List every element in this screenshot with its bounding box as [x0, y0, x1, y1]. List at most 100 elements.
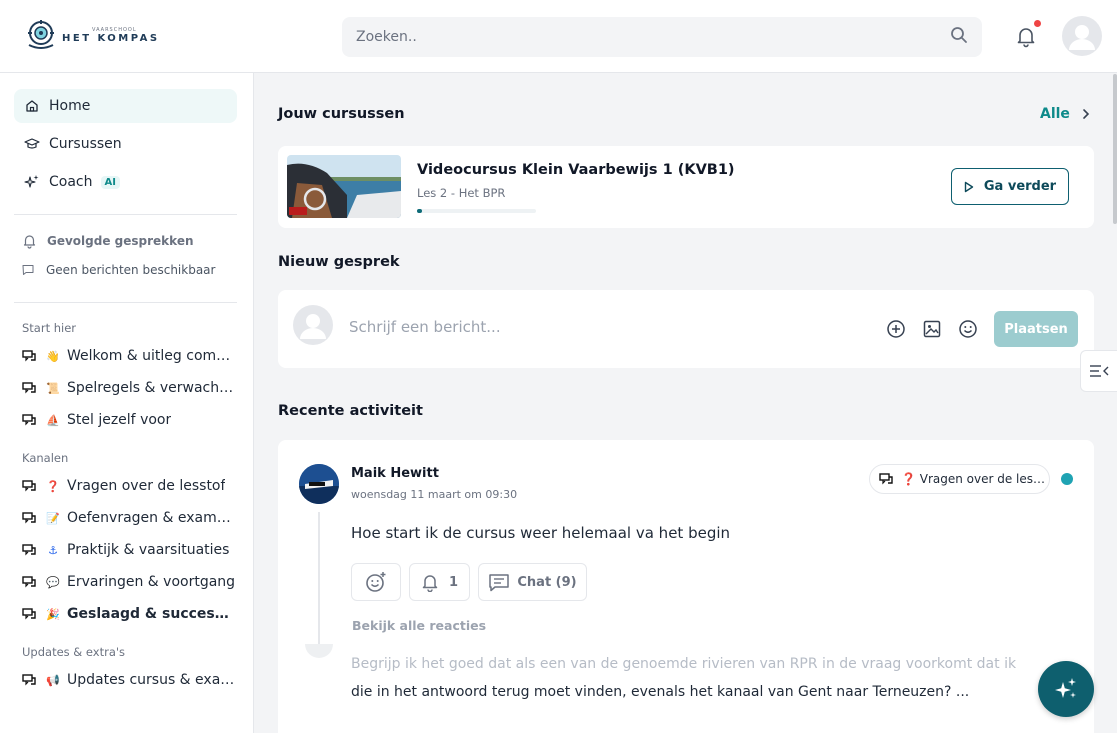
collapse-panel-icon[interactable]	[1080, 350, 1117, 392]
chat-bubbles-icon	[22, 674, 36, 686]
channel-emoji: 👋	[46, 349, 60, 363]
nav-home-label: Home	[49, 98, 91, 114]
channel-emoji: 📜	[46, 381, 60, 395]
chat-bubbles-icon	[22, 512, 36, 524]
chat-bubbles-icon	[22, 544, 36, 556]
nav-cursussen-label: Cursussen	[49, 136, 122, 152]
chat-button[interactable]: Chat (9)	[478, 563, 587, 601]
activity-title: Recente activiteit	[278, 403, 423, 419]
followed-title: Gevolgde gesprekken	[47, 234, 194, 248]
courses-title: Jouw cursussen	[278, 106, 405, 122]
new-post-card: Plaatsen	[278, 290, 1094, 368]
add-circle-icon[interactable]	[886, 319, 906, 339]
search-input[interactable]	[356, 29, 950, 45]
message-icon	[22, 264, 34, 276]
post-date: woensdag 11 maart om 09:30	[351, 488, 518, 501]
channel-tag-label: ❓ Vragen over de lesstof	[901, 472, 1049, 486]
ai-badge: AI	[100, 175, 120, 189]
channel-tag[interactable]: ❓ Vragen over de lesstof	[869, 464, 1050, 494]
sparkles-icon	[1055, 678, 1076, 698]
followed-empty-text: Geen berichten beschikbaar	[46, 263, 216, 277]
course-title[interactable]: Videocursus Klein Vaarbewijs 1 (KVB1)	[417, 162, 735, 178]
channel-emoji: 📢	[46, 673, 60, 687]
course-card[interactable]: Videocursus Klein Vaarbewijs 1 (KVB1) Le…	[278, 146, 1094, 228]
channel-label: Vragen over de lesstof	[67, 478, 226, 494]
reply-preview-line1: Begrijp ik het goed dat als een van de g…	[351, 656, 1017, 672]
ai-assistant-button[interactable]	[1038, 661, 1094, 717]
follow-button[interactable]: 1	[409, 563, 470, 601]
view-all-replies-link[interactable]: Bekijk alle reacties	[352, 618, 486, 633]
sparkles-icon	[24, 174, 40, 190]
channel-label: Oefenvragen & examentraining	[67, 510, 237, 526]
course-lesson: Les 2 - Het BPR	[417, 186, 506, 200]
followed-empty-state: Geen berichten beschikbaar	[22, 263, 215, 277]
brand-name: HET KOMPAS	[62, 32, 160, 44]
channel-praktijk[interactable]: ⚓ Praktijk & vaarsituaties	[22, 538, 237, 562]
course-progress-bar	[417, 209, 536, 213]
channel-vragen-lesstof[interactable]: ❓ Vragen over de lesstof	[22, 474, 237, 498]
compass-logo-icon	[24, 18, 58, 52]
chat-label: Chat (9)	[517, 574, 577, 590]
author-avatar[interactable]	[299, 464, 339, 504]
divider	[14, 302, 237, 303]
notification-badge	[1034, 20, 1041, 27]
channel-emoji: ⛵	[46, 413, 60, 427]
channel-emoji: 🎉	[46, 607, 60, 621]
follow-count: 1	[448, 574, 459, 590]
channel-oefenvragen[interactable]: 📝 Oefenvragen & examentraining	[22, 506, 237, 530]
play-icon	[964, 181, 974, 193]
channel-label: Updates cursus & examen	[67, 672, 237, 688]
channel-emoji: 📝	[46, 511, 60, 525]
unread-dot	[1061, 473, 1073, 485]
thread-line	[318, 512, 320, 650]
followed-conversations-header[interactable]: Gevolgde gesprekken	[22, 233, 194, 249]
top-bar: VAARSCHOOL HET KOMPAS	[0, 0, 1117, 73]
thread-end	[305, 644, 333, 658]
channel-emoji: ⚓	[48, 543, 58, 557]
course-progress-fill	[417, 209, 422, 213]
all-courses-label: Alle	[1040, 106, 1070, 122]
channel-welkom[interactable]: 👋 Welkom & uitleg community	[22, 344, 237, 368]
channel-label: Stel jezelf voor	[67, 412, 172, 428]
composer-avatar	[293, 305, 333, 345]
channel-spelregels[interactable]: 📜 Spelregels & verwachtingen	[22, 376, 237, 400]
channel-label: Welkom & uitleg community	[67, 348, 237, 364]
chat-bubbles-icon	[22, 576, 36, 588]
channel-geslaagd[interactable]: 🎉 Geslaagd & successen	[22, 602, 237, 626]
section-label: Start hier	[22, 321, 77, 335]
channel-label: Praktijk & vaarsituaties	[67, 542, 230, 558]
scrollbar[interactable]	[1113, 74, 1117, 224]
nav-coach-label: Coach	[49, 174, 93, 190]
chat-bubbles-icon	[22, 480, 36, 492]
nav-cursussen[interactable]: Cursussen	[14, 127, 237, 161]
chevron-right-icon	[1082, 108, 1090, 120]
channel-label: Spelregels & verwachtingen	[67, 380, 237, 396]
notification-bell-icon[interactable]	[1014, 24, 1038, 48]
add-emoji-icon	[366, 572, 386, 592]
channel-label: Geslaagd & successen	[67, 606, 237, 622]
activity-post-card[interactable]: Maik Hewitt woensdag 11 maart om 09:30 ❓…	[278, 440, 1094, 733]
post-button[interactable]: Plaatsen	[994, 311, 1078, 347]
reply-preview-line2: die in het antwoord terug moet vinden, e…	[351, 684, 970, 700]
channel-label: Ervaringen & voortgang	[67, 574, 236, 590]
all-courses-link[interactable]: Alle	[1040, 106, 1090, 122]
user-avatar[interactable]	[1062, 16, 1102, 56]
channel-ervaringen[interactable]: 💬 Ervaringen & voortgang	[22, 570, 237, 594]
channel-stel-jezelf-voor[interactable]: ⛵ Stel jezelf voor	[22, 408, 237, 432]
nav-home[interactable]: Home	[14, 89, 237, 123]
continue-course-button[interactable]: Ga verder	[951, 168, 1069, 205]
author-name[interactable]: Maik Hewitt	[351, 466, 439, 481]
graduation-cap-icon	[24, 136, 40, 152]
image-icon[interactable]	[922, 319, 942, 339]
nav-coach[interactable]: Coach AI	[14, 165, 237, 199]
logo[interactable]: VAARSCHOOL HET KOMPAS	[24, 18, 160, 52]
emoji-icon[interactable]	[958, 319, 978, 339]
add-reaction-button[interactable]	[351, 563, 401, 601]
message-input[interactable]	[349, 318, 769, 336]
channel-updates[interactable]: 📢 Updates cursus & examen	[22, 668, 237, 692]
divider	[14, 214, 237, 215]
search-icon[interactable]	[950, 26, 968, 48]
search-bar[interactable]	[342, 17, 982, 57]
chat-bubbles-icon	[22, 608, 36, 620]
chat-icon	[489, 574, 510, 592]
